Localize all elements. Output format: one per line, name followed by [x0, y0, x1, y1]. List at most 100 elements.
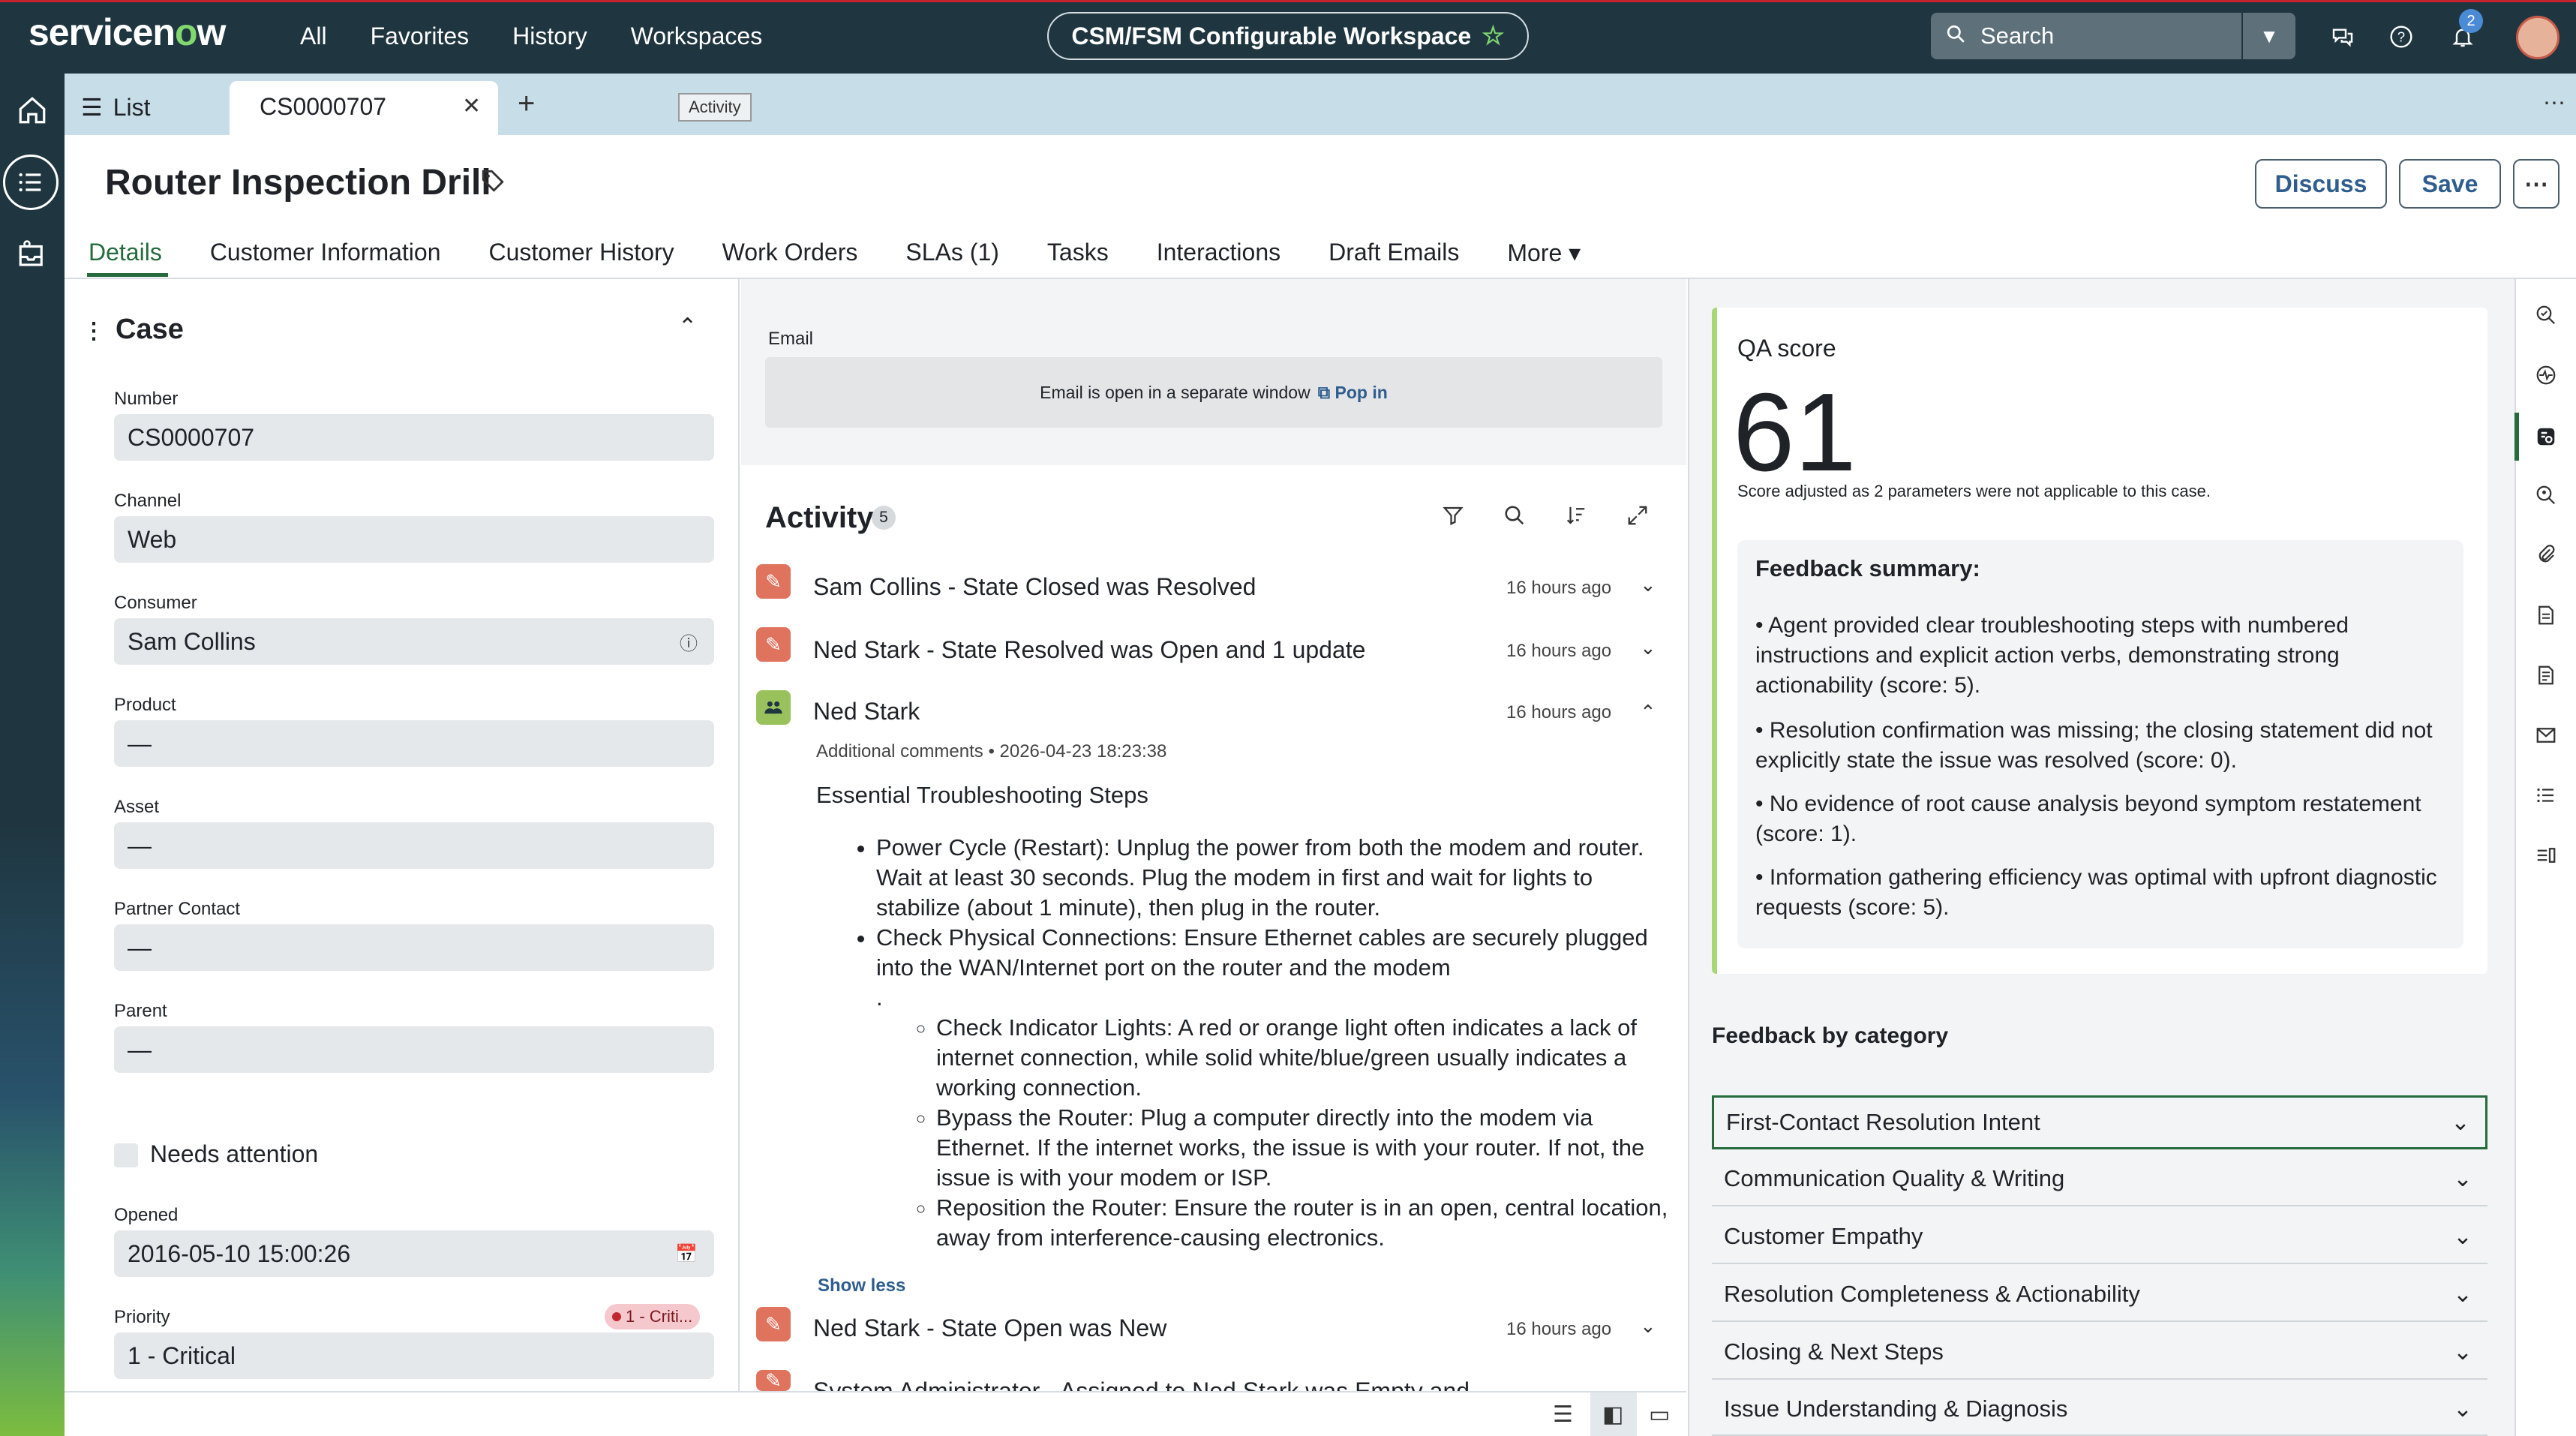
channel-field[interactable]: Web	[114, 516, 714, 563]
number-field[interactable]: CS0000707	[114, 414, 714, 461]
activity-heading: Activity	[765, 501, 874, 534]
home-icon[interactable]	[0, 78, 65, 143]
more-options-icon[interactable]: ⋯	[2543, 90, 2565, 116]
pulse-icon[interactable]	[2528, 357, 2564, 393]
global-search[interactable]: Search	[1931, 13, 2241, 59]
single-layout-icon[interactable]: ▭	[1649, 1401, 1670, 1428]
record-tab-label: CS0000707	[260, 93, 387, 120]
email-icon[interactable]	[2528, 717, 2564, 753]
star-icon[interactable]: ☆	[1482, 21, 1504, 51]
activity-item-time: 16 hours ago	[1506, 578, 1612, 598]
kebab-menu-icon[interactable]: ⋮	[83, 318, 105, 344]
category-row[interactable]: Issue Understanding & Diagnosis ⌄	[1712, 1383, 2487, 1436]
tag-icon[interactable]	[480, 168, 506, 199]
partner-contact-field[interactable]: —	[114, 924, 714, 971]
activity-item-text[interactable]: Ned Stark - State Open was New	[813, 1314, 1166, 1342]
stray-dot: .	[876, 984, 883, 1011]
tab-interactions[interactable]: Interactions	[1157, 239, 1280, 267]
filter-icon[interactable]	[1442, 504, 1464, 533]
qa-scorecard-icon[interactable]	[2528, 419, 2564, 455]
summary-panel-icon[interactable]	[2528, 837, 2564, 873]
comment-heading: Essential Troubleshooting Steps	[816, 782, 1148, 808]
priority-field[interactable]: 1 - Critical	[114, 1332, 714, 1379]
pencil-icon: ✎	[756, 627, 791, 662]
consumer-field[interactable]: Sam Collins ⓘ	[114, 618, 714, 665]
show-less-link[interactable]: Show less	[818, 1275, 905, 1296]
search-scope-dropdown[interactable]: ▼	[2243, 13, 2295, 59]
inbox-icon[interactable]	[0, 222, 65, 287]
list-details-icon[interactable]	[2528, 777, 2564, 813]
tab-customer-history[interactable]: Customer History	[488, 239, 674, 267]
chevron-up-icon[interactable]: ⌃	[1640, 701, 1656, 724]
list-tab[interactable]: ☰ List	[81, 93, 150, 122]
list-item: Check Physical Connections: Ensure Ether…	[876, 923, 1671, 983]
category-row[interactable]: Communication Quality & Writing ⌄	[1712, 1152, 2487, 1206]
opened-field[interactable]: 2016-05-10 15:00:26 📅	[114, 1230, 714, 1277]
tab-work-orders[interactable]: Work Orders	[722, 239, 858, 267]
needs-attention-label: Needs attention	[150, 1140, 319, 1167]
knowledge-search-icon[interactable]	[2528, 477, 2564, 513]
tab-customer-information[interactable]: Customer Information	[210, 239, 441, 267]
tab-draft-emails[interactable]: Draft Emails	[1329, 239, 1459, 267]
workspace-selector[interactable]: CSM/FSM Configurable Workspace ☆	[1047, 12, 1529, 60]
sort-icon[interactable]	[1565, 504, 1587, 533]
category-row[interactable]: Closing & Next Steps ⌄	[1712, 1326, 2487, 1380]
chevron-down-icon: ⌄	[2453, 1281, 2472, 1307]
chevron-down-icon[interactable]: ⌄	[1640, 573, 1656, 596]
help-icon[interactable]: ?	[2382, 18, 2420, 56]
product-field[interactable]: —	[114, 720, 714, 767]
list-view-icon[interactable]	[3, 155, 59, 210]
tab-more[interactable]: More ▾	[1507, 239, 1581, 267]
calendar-icon[interactable]: 📅	[675, 1243, 698, 1265]
save-button[interactable]: Save	[2399, 159, 2501, 209]
info-icon[interactable]: ⓘ	[680, 629, 698, 655]
feedback-item: • Information gathering efficiency was o…	[1755, 865, 2437, 920]
activity-tooltip: Activity	[678, 93, 752, 122]
search-activity-icon[interactable]	[1503, 504, 1526, 533]
field-label-priority: Priority	[114, 1307, 170, 1327]
category-row[interactable]: Resolution Completeness & Actionability ⌄	[1712, 1268, 2487, 1322]
chevron-down-icon[interactable]: ⌄	[1640, 636, 1656, 659]
new-tab-icon[interactable]: +	[518, 87, 535, 121]
pencil-icon: ✎	[756, 1307, 791, 1341]
split-layout-icon: ◧	[1602, 1402, 1624, 1427]
tab-tasks[interactable]: Tasks	[1047, 239, 1109, 267]
pop-in-link[interactable]: ⧉ Pop in	[1318, 383, 1388, 403]
feedback-summary-title: Feedback summary:	[1755, 555, 1980, 581]
nav-workspaces[interactable]: Workspaces	[631, 23, 762, 50]
list-item: Reposition the Router: Ensure the router…	[936, 1193, 1671, 1253]
chevron-down-icon: ⌄	[2453, 1165, 2472, 1191]
nav-favorites[interactable]: Favorites	[371, 23, 470, 50]
servicenow-logo[interactable]: servicenow	[29, 11, 226, 54]
chevron-down-icon[interactable]: ⌄	[1640, 1314, 1656, 1338]
activity-item-text[interactable]: System Administrator - Assigned to Ned S…	[813, 1377, 1497, 1391]
expand-icon[interactable]	[1626, 504, 1649, 533]
nav-all[interactable]: All	[300, 23, 327, 50]
discuss-button[interactable]: Discuss	[2255, 159, 2387, 209]
more-actions-button[interactable]: ⋯	[2513, 159, 2559, 209]
agent-assist-icon[interactable]	[2528, 297, 2564, 333]
parent-field[interactable]: —	[114, 1026, 714, 1073]
collapse-chevron-icon[interactable]: ⌃	[678, 314, 697, 340]
needs-attention-checkbox[interactable]	[114, 1143, 138, 1167]
asset-field[interactable]: —	[114, 822, 714, 869]
category-row[interactable]: Customer Empathy ⌄	[1712, 1210, 2487, 1264]
document-icon[interactable]	[2528, 597, 2564, 633]
close-tab-icon[interactable]: ✕	[462, 93, 481, 119]
email-popout-notice: Email is open in a separate window ⧉ Pop…	[765, 357, 1662, 428]
notes-icon[interactable]	[2528, 657, 2564, 693]
nav-history[interactable]: History	[512, 23, 587, 50]
chat-icon[interactable]	[2324, 18, 2361, 56]
tab-details[interactable]: Details	[89, 239, 162, 267]
tab-slas[interactable]: SLAs (1)	[905, 239, 998, 267]
activity-item-text[interactable]: Sam Collins - State Closed was Resolved	[813, 573, 1256, 601]
attachment-icon[interactable]	[2528, 537, 2564, 573]
activity-item-text[interactable]: Ned Stark	[813, 698, 920, 726]
chevron-down-icon: ⌄	[2451, 1109, 2470, 1135]
category-row[interactable]: First-Contact Resolution Intent ⌄	[1712, 1095, 2487, 1149]
user-avatar[interactable]	[2516, 16, 2559, 59]
list-layout-icon[interactable]: ☰	[1553, 1401, 1573, 1428]
field-label-asset: Asset	[114, 797, 160, 817]
activity-item-text[interactable]: Ned Stark - State Resolved was Open and …	[813, 636, 1365, 664]
activity-item-time: 16 hours ago	[1506, 702, 1612, 723]
